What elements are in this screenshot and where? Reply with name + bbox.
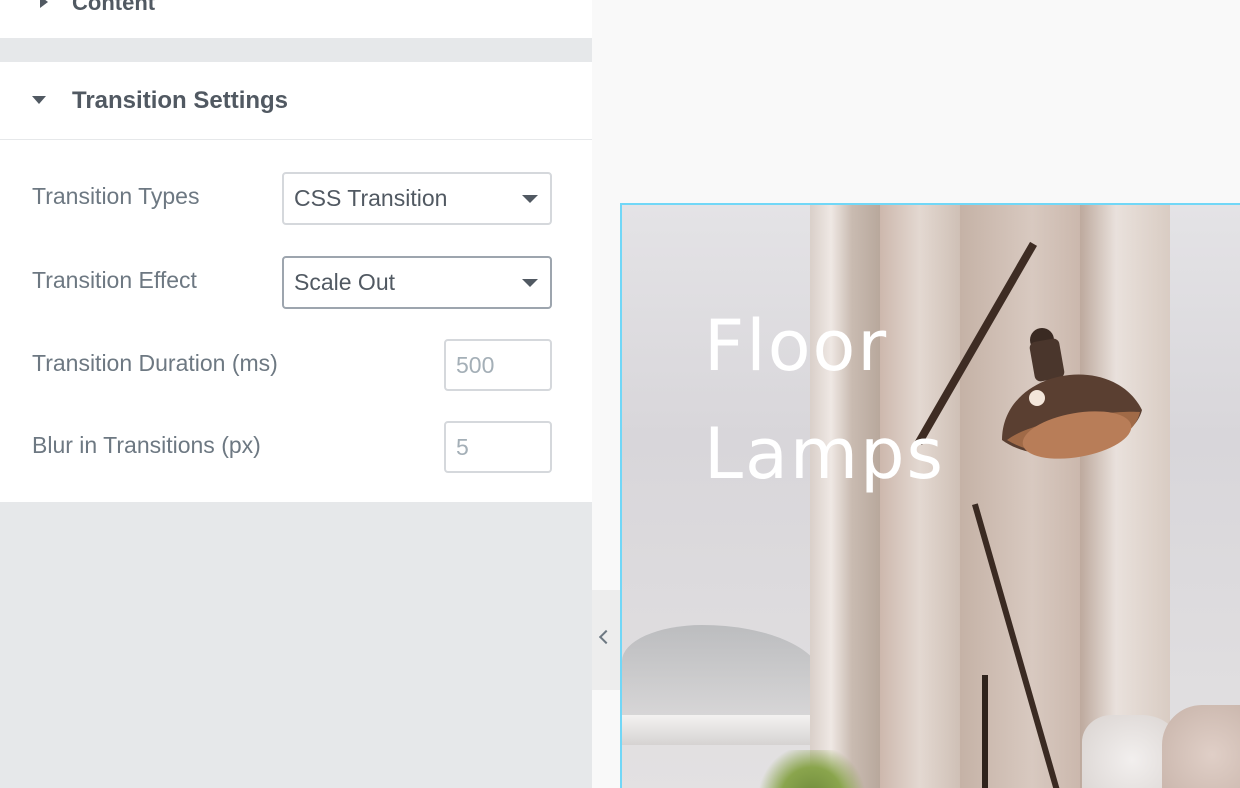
transition-types-label: Transition Types bbox=[32, 183, 200, 209]
transition-types-value: CSS Transition bbox=[294, 185, 448, 211]
transition-effect-select[interactable]: Scale Out bbox=[282, 256, 552, 309]
section-content-header[interactable]: Content bbox=[0, 0, 592, 39]
transition-duration-label: Transition Duration (ms) bbox=[32, 350, 278, 376]
transition-duration-input[interactable] bbox=[444, 339, 552, 391]
transition-types-select[interactable]: CSS Transition bbox=[282, 172, 552, 225]
caret-down-icon bbox=[522, 279, 538, 287]
caret-down-icon bbox=[522, 195, 538, 203]
collapse-panel-button[interactable] bbox=[592, 590, 622, 690]
background-image-plant bbox=[752, 750, 872, 788]
section-transition-settings-header[interactable]: Transition Settings bbox=[0, 62, 592, 140]
section-title: Transition Settings bbox=[72, 87, 289, 114]
background-image-window-frame bbox=[810, 205, 880, 788]
section-transition-settings: Transition Settings Transition Types CSS… bbox=[0, 62, 592, 502]
background-image-sill bbox=[622, 715, 812, 745]
background-image-blanket bbox=[1162, 705, 1240, 788]
background-image-window-frame bbox=[1080, 205, 1170, 788]
preview-widget[interactable]: Floor Lamps bbox=[620, 203, 1240, 788]
blur-label: Blur in Transitions (px) bbox=[32, 432, 261, 458]
editor-panel: Content Transition Settings Transition T… bbox=[0, 0, 592, 788]
section-content-title: Content bbox=[72, 0, 156, 15]
chevron-left-icon bbox=[598, 629, 614, 645]
caret-down-icon bbox=[32, 96, 46, 104]
background-image-window-frame bbox=[880, 205, 960, 788]
preview-heading-line1: Floor bbox=[704, 305, 889, 387]
transition-effect-value: Scale Out bbox=[294, 269, 395, 295]
blur-input[interactable] bbox=[444, 421, 552, 473]
preview-heading-line2: Lamps bbox=[704, 413, 945, 495]
transition-effect-label: Transition Effect bbox=[32, 267, 197, 293]
lamp-stem bbox=[982, 675, 988, 788]
background-image-wall bbox=[960, 205, 1080, 788]
caret-right-icon bbox=[40, 0, 48, 8]
